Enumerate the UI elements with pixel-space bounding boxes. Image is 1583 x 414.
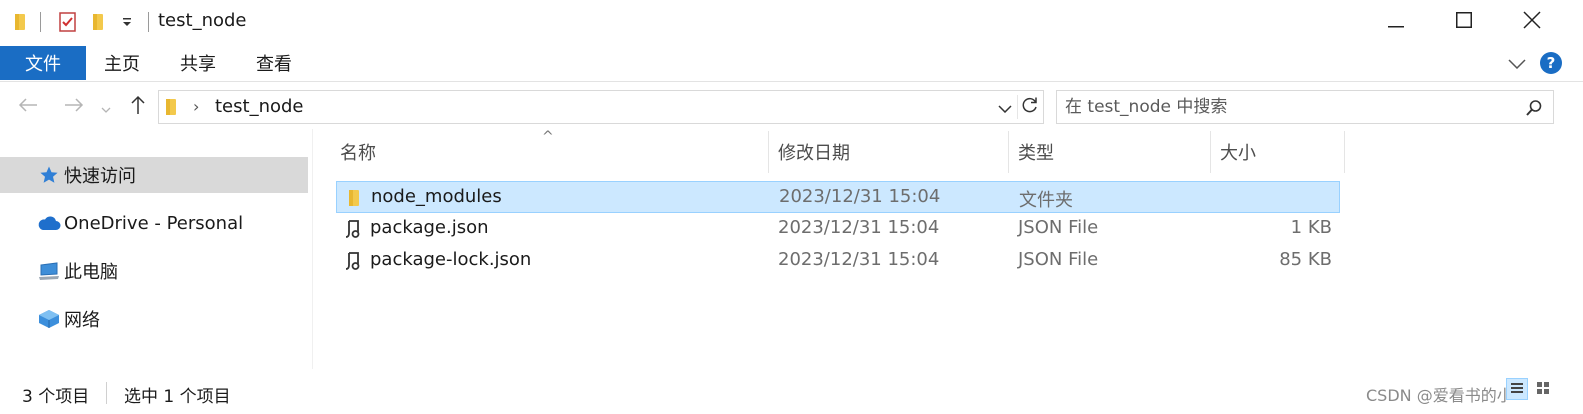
breadcrumb-separator[interactable]: › (193, 97, 199, 116)
json-file-icon (342, 249, 366, 273)
maximize-icon (1456, 12, 1472, 32)
search-box[interactable] (1056, 90, 1554, 124)
search-icon[interactable] (1523, 97, 1545, 119)
network-icon (36, 306, 62, 332)
column-header-modified[interactable]: 修改日期 (778, 129, 1008, 175)
file-modified: 2023/12/31 15:04 (778, 217, 940, 238)
nav-item-onedrive[interactable]: OneDrive - Personal (0, 205, 308, 241)
customize-dropdown-icon[interactable] (116, 10, 138, 34)
file-name: package-lock.json (370, 249, 532, 270)
recent-locations-button[interactable] (96, 93, 116, 121)
ribbon-tabs: 文件 主页 共享 查看 ? (0, 44, 1583, 82)
computer-icon (36, 258, 62, 284)
column-divider[interactable] (1008, 131, 1009, 173)
status-separator (106, 382, 107, 404)
minimize-button[interactable] (1362, 0, 1430, 44)
folder-icon[interactable] (10, 10, 32, 34)
folder-icon (343, 186, 367, 210)
maximize-button[interactable] (1430, 0, 1498, 44)
column-divider[interactable] (768, 131, 769, 173)
properties-check-icon[interactable] (56, 10, 80, 34)
column-header-label: 类型 (1018, 143, 1054, 164)
arrow-right-icon (64, 97, 84, 117)
arrow-left-icon (18, 97, 38, 117)
file-list: 名称 ^ 修改日期 类型 大小 node_modules 2023/12/31 … (318, 129, 1358, 369)
navigation-pane: 快速访问 OneDrive - Personal 此电脑 网络 (0, 129, 312, 369)
file-row[interactable]: node_modules 2023/12/31 15:04 文件夹 (336, 181, 1340, 213)
column-header-label: 大小 (1220, 143, 1256, 164)
close-icon (1523, 11, 1541, 33)
nav-item-label: OneDrive - Personal (64, 212, 244, 234)
large-icons-view-icon (1536, 380, 1550, 399)
file-size: 1 KB (1290, 217, 1332, 238)
nav-item-label: 此电脑 (64, 262, 118, 283)
tab-share[interactable]: 共享 (168, 46, 228, 80)
minimize-icon (1388, 13, 1404, 32)
breadcrumb-item[interactable]: test_node (215, 96, 304, 117)
chevron-down-icon (1508, 54, 1526, 73)
column-divider[interactable] (1210, 131, 1211, 173)
file-size: 85 KB (1279, 249, 1332, 270)
chevron-down-icon (101, 98, 111, 117)
tab-home[interactable]: 主页 (92, 46, 152, 80)
file-name: package.json (370, 217, 489, 238)
details-view-button[interactable] (1506, 378, 1528, 400)
column-header-type[interactable]: 类型 (1018, 129, 1208, 175)
expand-ribbon-button[interactable] (1506, 52, 1528, 74)
star-icon (36, 162, 62, 188)
refresh-button[interactable] (1017, 95, 1041, 119)
status-bar: 3 个项目 选中 1 个项目 CSDN @爱看书的小 (0, 370, 1583, 414)
close-button[interactable] (1498, 0, 1566, 44)
folder-icon (165, 98, 179, 120)
refresh-icon (1021, 96, 1039, 118)
details-view-icon (1510, 380, 1524, 399)
nav-item-this-pc[interactable]: 此电脑 (0, 253, 308, 289)
chevron-down-icon (998, 98, 1012, 117)
nav-item-quick-access[interactable]: 快速访问 (0, 157, 308, 193)
nav-item-label: 快速访问 (64, 166, 136, 187)
new-folder-icon[interactable] (88, 10, 110, 34)
tab-view[interactable]: 查看 (244, 46, 304, 80)
selection-count: 选中 1 个项目 (124, 387, 231, 407)
file-row[interactable]: package-lock.json 2023/12/31 15:04 JSON … (336, 245, 1340, 277)
navigation-bar: › test_node (0, 83, 1583, 129)
file-type: JSON File (1018, 217, 1099, 238)
address-bar[interactable]: › test_node (158, 90, 1044, 124)
title-bar: test_node (0, 0, 1583, 44)
item-count: 3 个项目 (22, 387, 90, 407)
up-button[interactable] (124, 93, 152, 121)
column-header-label: 名称 (340, 143, 376, 164)
column-header-label: 修改日期 (778, 143, 850, 164)
watermark: CSDN @爱看书的小 (1366, 386, 1513, 405)
large-icons-view-button[interactable] (1532, 378, 1554, 400)
nav-item-network[interactable]: 网络 (0, 301, 308, 337)
sort-ascending-icon: ^ (542, 129, 554, 145)
file-name: node_modules (371, 186, 502, 207)
address-history-button[interactable] (995, 97, 1015, 117)
nav-item-label: 网络 (64, 310, 100, 331)
forward-button[interactable] (60, 93, 88, 121)
column-divider[interactable] (1344, 131, 1345, 173)
column-header-size[interactable]: 大小 (1220, 129, 1340, 175)
pane-divider[interactable] (312, 129, 313, 369)
file-type: JSON File (1018, 249, 1099, 270)
help-button[interactable]: ? (1540, 52, 1562, 74)
column-header-name[interactable]: 名称 (340, 129, 768, 175)
json-file-icon (342, 217, 366, 241)
tab-file[interactable]: 文件 (0, 46, 86, 80)
file-modified: 2023/12/31 15:04 (778, 249, 940, 270)
back-button[interactable] (14, 93, 42, 121)
arrow-up-icon (130, 95, 146, 119)
file-row[interactable]: package.json 2023/12/31 15:04 JSON File … (336, 213, 1340, 245)
cloud-icon (36, 210, 62, 236)
search-input[interactable] (1065, 95, 1505, 119)
toolbar-separator (148, 12, 149, 32)
file-type: 文件夹 (1019, 190, 1073, 211)
window-title: test_node (158, 10, 247, 31)
toolbar-separator (40, 12, 41, 32)
file-modified: 2023/12/31 15:04 (779, 186, 941, 207)
